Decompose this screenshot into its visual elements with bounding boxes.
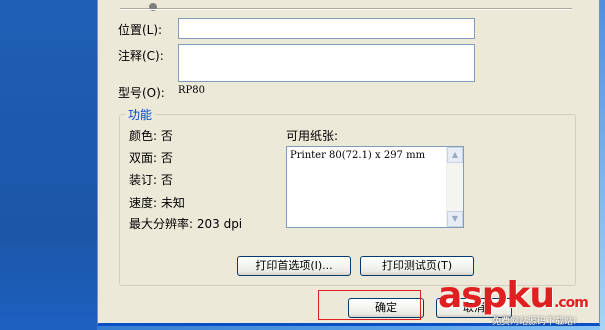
paper-scrollbar[interactable]: ▲ ▼ [446,147,463,227]
desktop-background-left [0,0,97,330]
paper-listbox[interactable]: Printer 80(72.1) x 297 mm ▲ ▼ [286,146,464,228]
scroll-down-icon[interactable]: ▼ [447,211,463,227]
printer-icon [149,3,157,11]
watermark-logo-text: aspku [438,275,555,316]
printing-preferences-button[interactable]: 打印首选项(I)... [237,256,351,276]
staple-info: 装订: 否 [129,173,173,187]
location-input[interactable] [178,18,475,39]
paper-label: 可用纸张: [286,129,339,143]
features-title: 功能 [125,106,156,123]
duplex-info: 双面: 否 [129,151,173,165]
comment-input[interactable] [178,44,475,82]
comment-label: 注释(C): [118,49,164,63]
model-label: 型号(O): [118,86,165,100]
watermark-subtitle: 免费网站源码下载站! [492,317,577,327]
model-value: RP80 [178,85,205,96]
scroll-up-icon[interactable]: ▲ [447,147,463,163]
color-info: 颜色: 否 [129,129,173,143]
watermark-logo-tld: .com [554,295,589,311]
aspku-watermark: aspku.com 免费网站源码下载站! [432,273,605,330]
location-label: 位置(L): [118,23,163,37]
resolution-info: 最大分辨率: 203 dpi [129,217,243,231]
watermark-logo: aspku.com [438,275,589,316]
ok-button-highlight [318,290,421,320]
speed-info: 速度: 未知 [129,196,185,210]
separator-line [120,3,572,11]
paper-list-item[interactable]: Printer 80(72.1) x 297 mm [290,150,425,161]
